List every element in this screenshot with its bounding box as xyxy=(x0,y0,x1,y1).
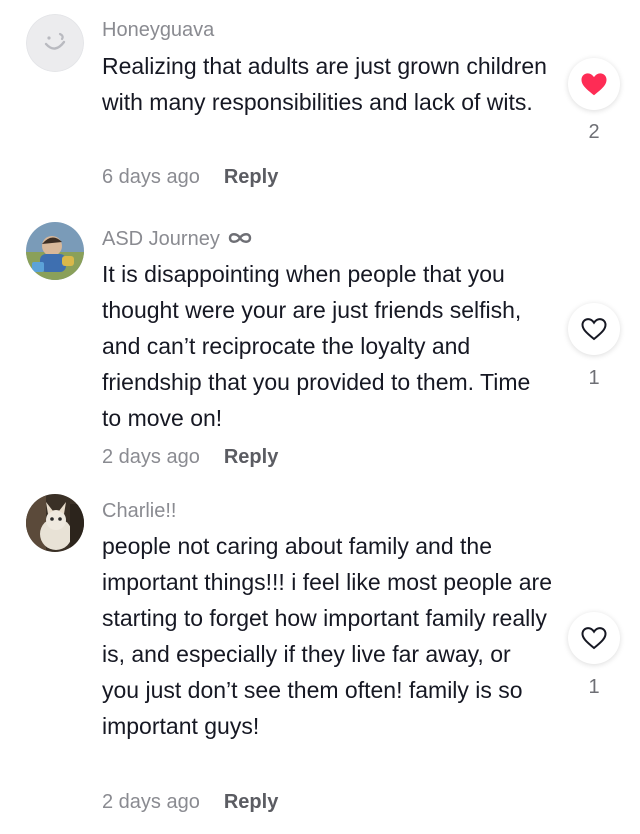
reply-button[interactable]: Reply xyxy=(224,791,278,813)
avatar[interactable] xyxy=(26,494,84,552)
comment-username[interactable]: Charlie!! xyxy=(102,499,176,523)
like-button[interactable] xyxy=(568,612,620,664)
like-count: 1 xyxy=(588,676,600,698)
comment-meta: 2 days ago Reply xyxy=(102,790,278,814)
comment-text: people not caring about family and the i… xyxy=(102,533,553,739)
heart-outline-icon xyxy=(581,627,607,650)
comment-item: Charlie!! people not caring about family… xyxy=(0,0,640,834)
comment-time: 2 days ago xyxy=(102,791,200,813)
